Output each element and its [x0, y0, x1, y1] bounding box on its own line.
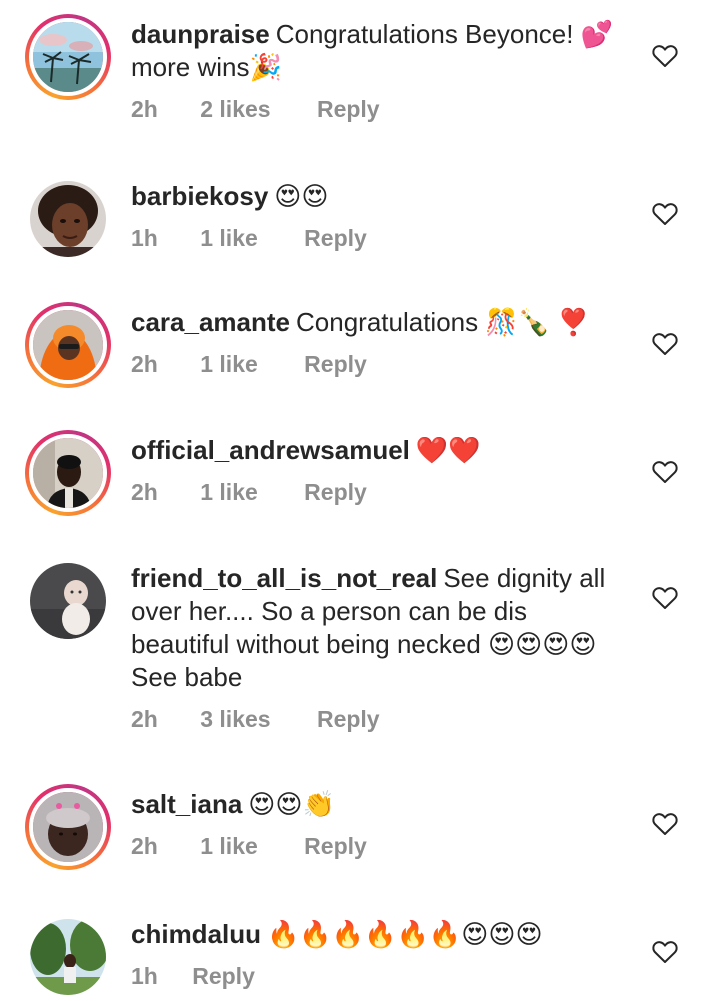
avatar-image	[30, 563, 106, 639]
reply-button[interactable]: Reply	[304, 831, 367, 861]
avatar[interactable]	[25, 176, 111, 262]
avatar[interactable]	[25, 784, 111, 870]
comment-likes-link[interactable]: 1 like	[200, 831, 258, 861]
reply-button[interactable]: Reply	[317, 94, 380, 124]
comment-time: 1h	[131, 963, 158, 989]
comment-text: cara_amante Congratulations 🎊🍾 ❣️	[131, 306, 631, 339]
avatar-image	[30, 919, 106, 995]
like-button[interactable]	[652, 332, 678, 356]
comment-meta: 2h 1 like Reply	[131, 831, 631, 861]
comment-meta: 2h 1 like Reply	[131, 477, 631, 507]
comment-username[interactable]: friend_to_all_is_not_real	[131, 563, 437, 593]
comment-time: 2h	[131, 351, 158, 377]
comment-username[interactable]: salt_iana	[131, 789, 242, 819]
reply-button[interactable]: Reply	[317, 704, 380, 734]
avatar-image	[30, 181, 106, 257]
comment-time: 2h	[131, 833, 158, 859]
comment-time: 2h	[131, 479, 158, 505]
reply-button[interactable]: Reply	[304, 477, 367, 507]
comment-username[interactable]: chimdaluu	[131, 919, 261, 949]
comment-username[interactable]: daunpraise	[131, 19, 270, 49]
comment-message: ❤️❤️	[415, 435, 481, 465]
comment-username[interactable]: barbiekosy	[131, 181, 268, 211]
comment-likes-link[interactable]: 3 likes	[200, 704, 270, 734]
avatar-image	[33, 310, 103, 380]
comment-meta: 1h Reply	[131, 961, 631, 991]
heart-outline-icon	[652, 45, 678, 67]
avatar[interactable]	[25, 914, 111, 1000]
avatar[interactable]	[25, 14, 111, 100]
comment-text: official_andrewsamuel ❤️❤️	[131, 434, 631, 467]
comment-message: 😍😍👏	[248, 789, 335, 819]
comment-likes-link[interactable]: 1 like	[200, 223, 258, 253]
avatar[interactable]	[25, 430, 111, 516]
comment-meta: 2h 3 likes Reply	[131, 704, 631, 734]
comment-username[interactable]: official_andrewsamuel	[131, 435, 410, 465]
avatar[interactable]	[25, 558, 111, 644]
comment-text: daunpraise Congratulations Beyonce! 💕more…	[131, 18, 631, 84]
comment-likes-link[interactable]: 1 like	[200, 477, 258, 507]
comment-username[interactable]: cara_amante	[131, 307, 290, 337]
comment-meta: 2h 2 likes Reply	[131, 94, 631, 124]
heart-outline-icon	[652, 203, 678, 225]
comment-text: salt_iana 😍😍👏	[131, 788, 631, 821]
like-button[interactable]	[652, 586, 678, 610]
comment-text: chimdaluu 🔥🔥🔥🔥🔥🔥😍😍😍	[131, 918, 631, 951]
reply-button[interactable]: Reply	[304, 349, 367, 379]
heart-outline-icon	[652, 813, 678, 835]
heart-outline-icon	[652, 461, 678, 483]
comment-time: 2h	[131, 96, 158, 122]
avatar-image	[33, 438, 103, 508]
comment-text: barbiekosy 😍😍	[131, 180, 631, 213]
comment-meta: 1h 1 like Reply	[131, 223, 631, 253]
comment-message: 🔥🔥🔥🔥🔥🔥😍😍😍	[267, 919, 543, 949]
heart-outline-icon	[652, 587, 678, 609]
like-button[interactable]	[652, 44, 678, 68]
comment-message: Congratulations 🎊🍾 ❣️	[296, 307, 590, 337]
comment-time: 1h	[131, 225, 158, 251]
avatar-image	[33, 792, 103, 862]
avatar[interactable]	[25, 302, 111, 388]
comments-list: daunpraise Congratulations Beyonce! 💕more…	[0, 0, 720, 1001]
comment-meta: 2h 1 like Reply	[131, 349, 631, 379]
heart-outline-icon	[652, 333, 678, 355]
reply-button[interactable]: Reply	[304, 223, 367, 253]
comment-time: 2h	[131, 706, 158, 732]
like-button[interactable]	[652, 812, 678, 836]
comment-likes-link[interactable]: 2 likes	[200, 94, 270, 124]
like-button[interactable]	[652, 202, 678, 226]
like-button[interactable]	[652, 940, 678, 964]
comment-likes-link[interactable]: 1 like	[200, 349, 258, 379]
avatar-image	[33, 22, 103, 92]
like-button[interactable]	[652, 460, 678, 484]
reply-button[interactable]: Reply	[192, 961, 255, 991]
comment-message: 😍😍	[274, 181, 329, 211]
comment-text: friend_to_all_is_not_real See dignity all…	[131, 562, 631, 694]
heart-outline-icon	[652, 941, 678, 963]
